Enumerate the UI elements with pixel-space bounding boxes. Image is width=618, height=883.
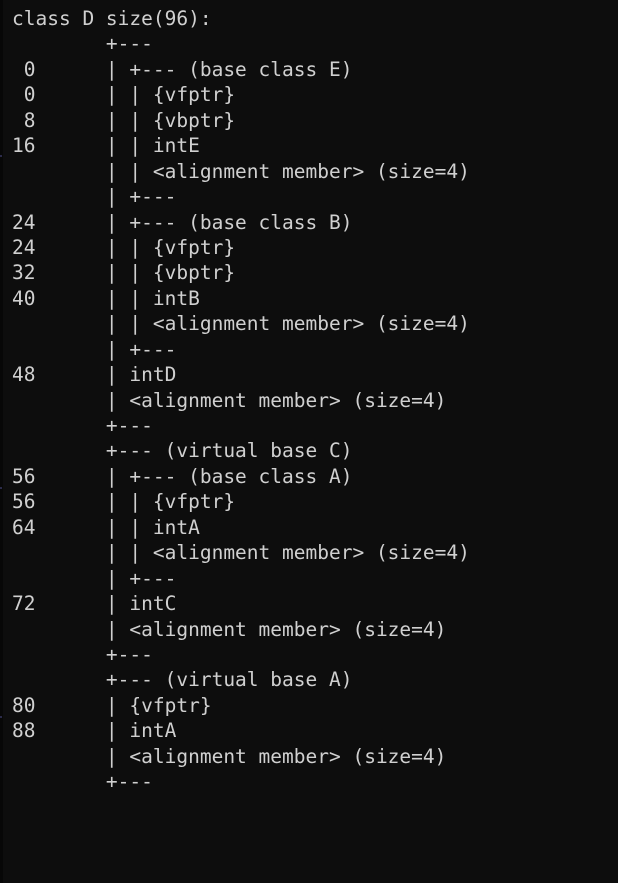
layout-line: 56 | | {vfptr} [12, 490, 236, 514]
edge-artifact-pixel [0, 487, 2, 489]
layout-line: | <alignment member> (size=4) [12, 744, 447, 768]
layout-line: 48 | intD [12, 363, 177, 387]
layout-line: 8 | | {vbptr} [12, 108, 236, 132]
layout-line: | <alignment member> (size=4) [12, 617, 447, 641]
layout-line: +--- [12, 642, 153, 666]
layout-line: 0 | | {vfptr} [12, 83, 236, 107]
layout-line: +--- (virtual base A) [12, 668, 353, 692]
edge-artifact-pixel [0, 716, 2, 718]
layout-line: 88 | intA [12, 719, 177, 743]
class-header-line: class D size(96): [12, 7, 212, 30]
layout-line: 16 | | intE [12, 134, 200, 158]
layout-line: | +--- [12, 337, 177, 361]
layout-line: | | <alignment member> (size=4) [12, 159, 470, 183]
layout-line: 24 | | {vfptr} [12, 235, 236, 259]
layout-line: +--- [12, 414, 153, 437]
layout-line: +--- [12, 32, 153, 56]
left-edge-gutter [0, 0, 3, 883]
layout-line: | | <alignment member> (size=4) [12, 541, 470, 565]
layout-line: | <alignment member> (size=4) [12, 388, 447, 412]
layout-line: 0 | +--- (base class E) [12, 57, 353, 81]
edge-artifact-pixel [0, 155, 2, 157]
layout-line: 72 | intC [12, 592, 177, 616]
layout-line: +--- [12, 770, 153, 794]
layout-line: 64 | | intA [12, 515, 200, 539]
layout-line: 80 | {vfptr} [12, 693, 212, 717]
layout-line: | | <alignment member> (size=4) [12, 312, 470, 336]
class-layout-text: class D size(96): +--- 0 | +--- (base cl… [0, 6, 618, 795]
layout-line: 24 | +--- (base class B) [12, 210, 353, 234]
layout-line: +--- (virtual base C) [12, 439, 353, 463]
class-layout-output-pane: class D size(96): +--- 0 | +--- (base cl… [0, 0, 618, 883]
layout-line: | +--- [12, 185, 177, 209]
layout-line: 56 | +--- (base class A) [12, 464, 353, 488]
layout-line: 40 | | intB [12, 286, 200, 310]
layout-line: 32 | | {vbptr} [12, 261, 236, 285]
layout-line: | +--- [12, 566, 177, 590]
